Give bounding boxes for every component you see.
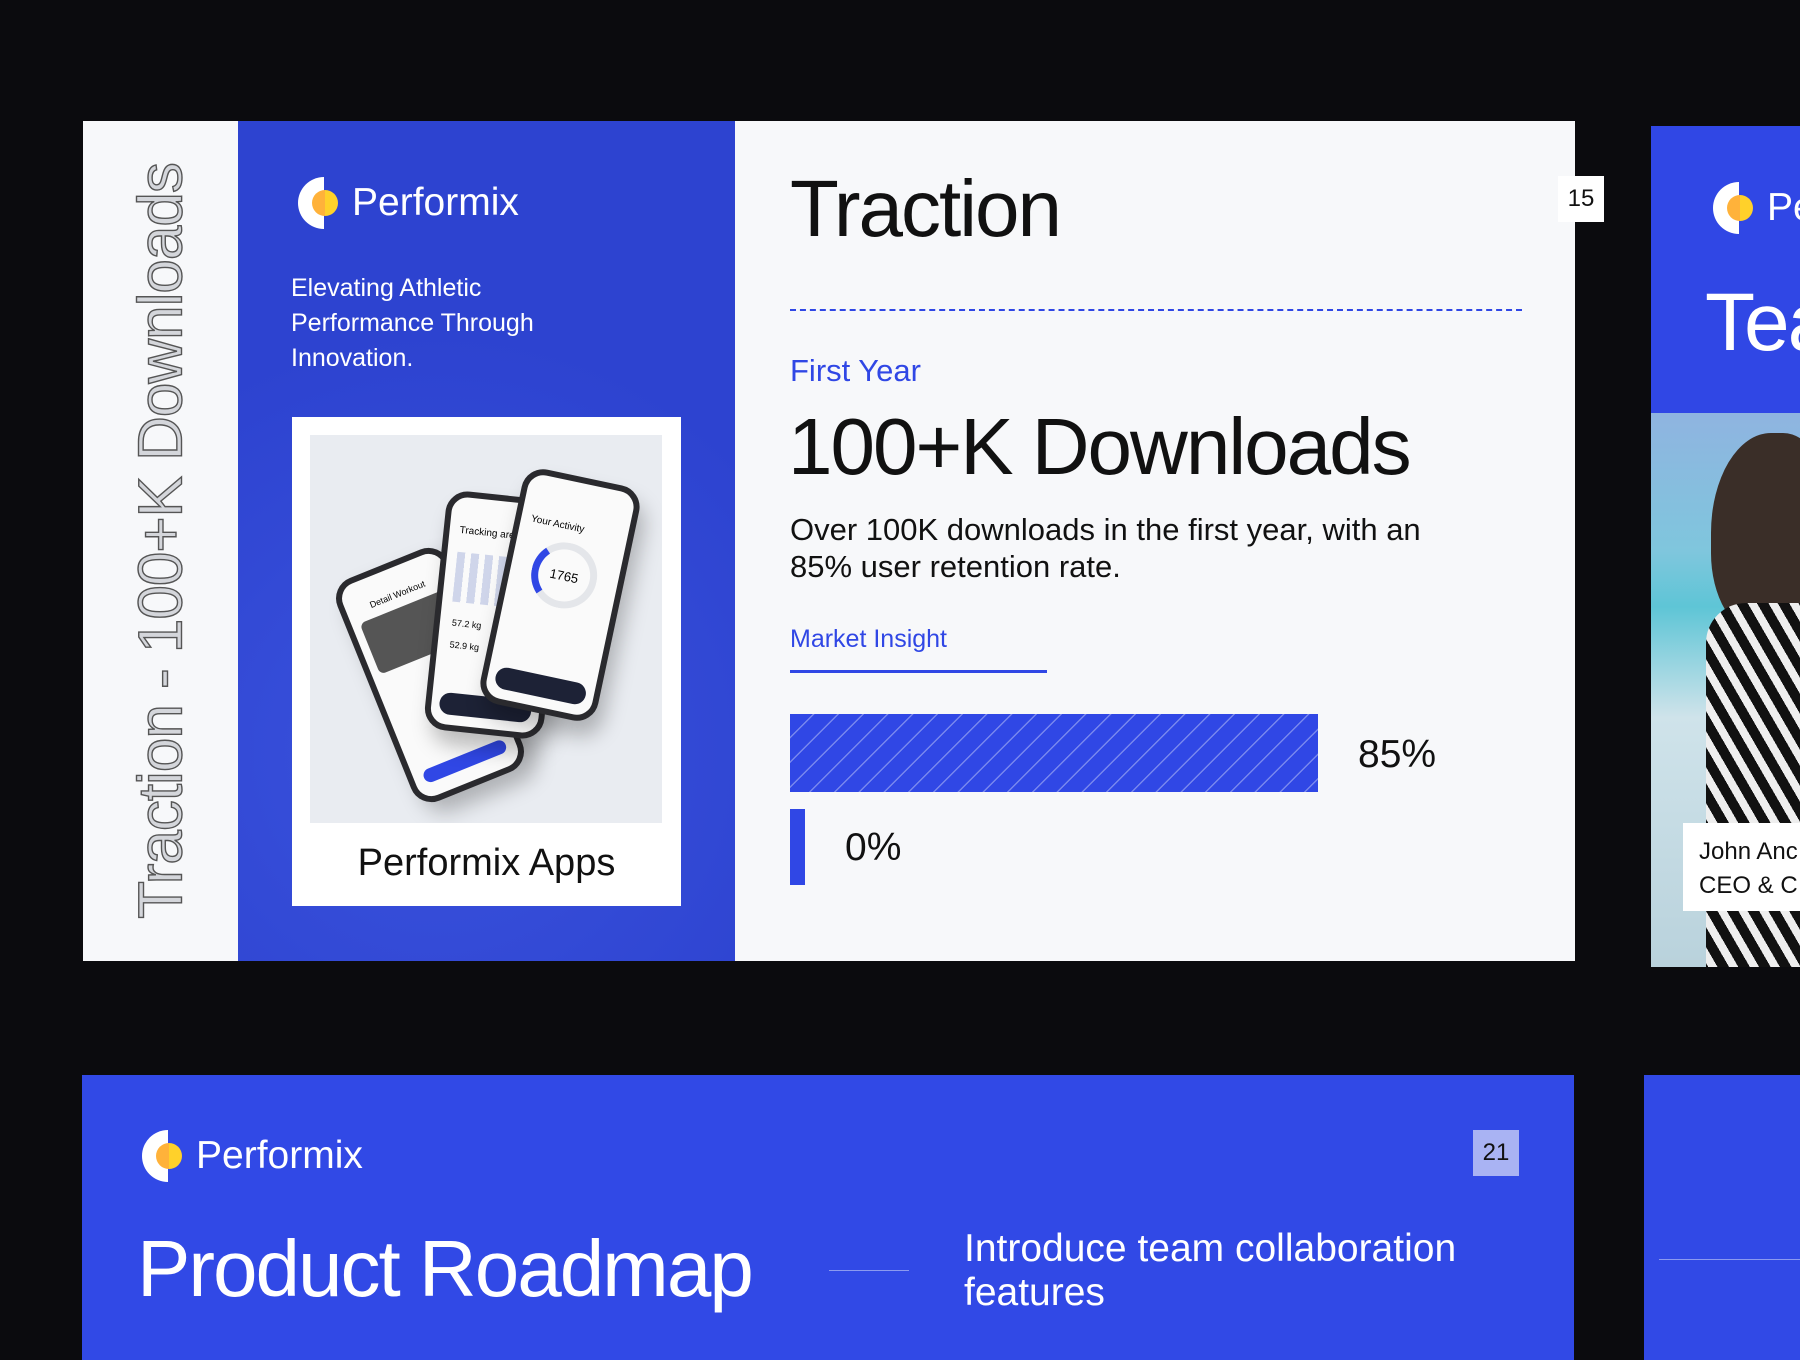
phone-text: Your Activity [530,513,586,536]
vertical-title-strip: Traction - 100+K Downloads [83,121,238,961]
traction-content: Traction 15 First Year 100+K Downloads O… [735,121,1604,961]
brand-panel: Performix Elevating Athletic Performance… [238,121,735,961]
tagline-line: Performance Through [291,309,534,337]
roadmap-slide: Performix 21 Product Roadmap Introduce t… [82,1075,1574,1360]
team-title: Tea [1705,277,1800,368]
subtitle: First Year [790,353,921,388]
brand-name: Performix [352,181,519,224]
tagline: Elevating Athletic Performance Through I… [291,271,534,376]
brand-name: Performix [196,1134,363,1177]
image-caption: Performix Apps [357,842,616,884]
dashed-divider [790,309,1522,311]
traction-slide: Traction - 100+K Downloads Performix Ele… [83,121,1604,961]
next-slide-partial [1644,1075,1800,1360]
description: Over 100K downloads in the first year, w… [790,511,1421,585]
team-member-label: John Anc CEO & C [1683,823,1800,911]
bar-label-85: 85% [1358,733,1437,776]
team-header: Pe Tea [1651,126,1800,413]
page-number: 21 [1473,1130,1519,1176]
logo-icon [298,177,338,229]
divider-line [829,1270,909,1271]
roadmap-item: Introduce team collaboration features [964,1227,1456,1315]
brand-logo: Performix [142,1130,363,1182]
tagline-line: Innovation. [291,344,414,372]
team-slide: Pe Tea John Anc CEO & C [1651,126,1800,967]
member-role: CEO & C [1699,872,1798,899]
app-image-card: Detail Workout Tracking area 57.2 kg 52.… [292,417,681,906]
tagline-line: Elevating Athletic [291,274,482,302]
vertical-title: Traction - 100+K Downloads [126,162,196,919]
description-line: 85% user retention rate. [790,549,1121,584]
member-name: John Anc [1699,838,1798,865]
page-title: Traction [790,164,1062,253]
logo-icon [142,1130,182,1182]
roadmap-title: Product Roadmap [137,1224,754,1313]
logo-icon [1713,182,1753,234]
progress-bar-0 [790,809,805,885]
divider-line [1659,1259,1800,1260]
roadmap-item-line: Introduce team collaboration [964,1227,1457,1270]
description-line: Over 100K downloads in the first year, w… [790,512,1421,547]
brand-logo: Performix [298,177,519,229]
brand-name: Pe [1767,186,1800,229]
progress-bar-85 [790,714,1318,792]
headline: 100+K Downloads [788,402,1412,491]
phones-mockup-image: Detail Workout Tracking area 57.2 kg 52.… [310,435,662,823]
bar-label-0: 0% [845,826,902,869]
tab-market-insight[interactable]: Market Insight [790,625,1047,673]
brand-logo: Pe [1713,182,1800,234]
page-number: 15 [1558,176,1604,222]
roadmap-item-line: features [964,1271,1105,1314]
phone-text: 1765 [525,536,604,615]
